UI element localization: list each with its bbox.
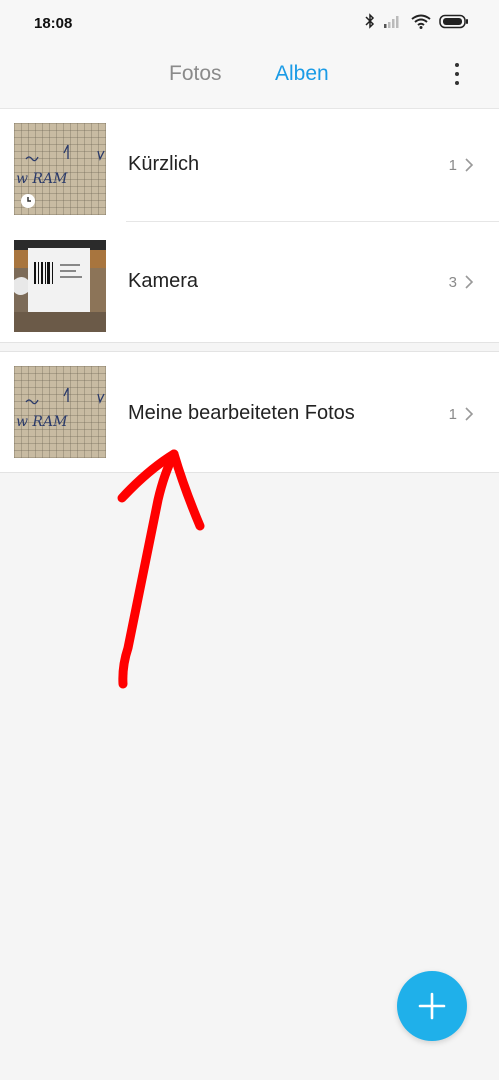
plus-icon (418, 992, 446, 1020)
status-bar: 18:08 (0, 0, 499, 46)
clock-icon (20, 193, 36, 214)
more-vert-icon[interactable] (445, 60, 469, 88)
album-thumbnail (14, 240, 106, 332)
album-item-kuerzlich[interactable]: w RAM Kürzlich 1 (0, 109, 499, 225)
album-thumbnail: w RAM (14, 366, 106, 458)
album-item-kamera[interactable]: Kamera 3 (0, 226, 499, 342)
status-time: 18:08 (34, 15, 73, 32)
annotation-arrow (117, 449, 205, 689)
status-icons (365, 13, 469, 34)
signal-icon (383, 14, 403, 33)
top-bar: Fotos Alben (0, 46, 499, 109)
chevron-right-icon (463, 407, 475, 421)
battery-icon (439, 14, 469, 34)
album-count: 3 (448, 274, 457, 291)
album-name: Kürzlich (128, 153, 200, 175)
album-item-meine-bearbeiteten-fotos[interactable]: w RAM Meine bearbeiteten Fotos 1 (0, 354, 499, 470)
svg-text:w RAM: w RAM (16, 414, 68, 430)
album-count: 1 (448, 157, 457, 174)
album-count: 1 (448, 406, 457, 423)
album-thumbnail: w RAM (14, 123, 106, 215)
album-group: w RAM Kürzlich 1 Kamera 3 (0, 109, 499, 343)
bluetooth-icon (365, 13, 375, 34)
album-group: w RAM Meine bearbeiteten Fotos 1 (0, 351, 499, 473)
album-name: Kamera (128, 270, 199, 292)
wifi-icon (411, 14, 431, 34)
tab-fotos[interactable]: Fotos (169, 62, 222, 86)
tab-alben[interactable]: Alben (275, 62, 329, 86)
divider (126, 221, 499, 222)
add-album-button[interactable] (397, 971, 467, 1041)
chevron-right-icon (463, 158, 475, 172)
chevron-right-icon (463, 275, 475, 289)
album-name: Meine bearbeiteten Fotos (128, 402, 355, 424)
svg-text:w RAM: w RAM (16, 171, 68, 187)
